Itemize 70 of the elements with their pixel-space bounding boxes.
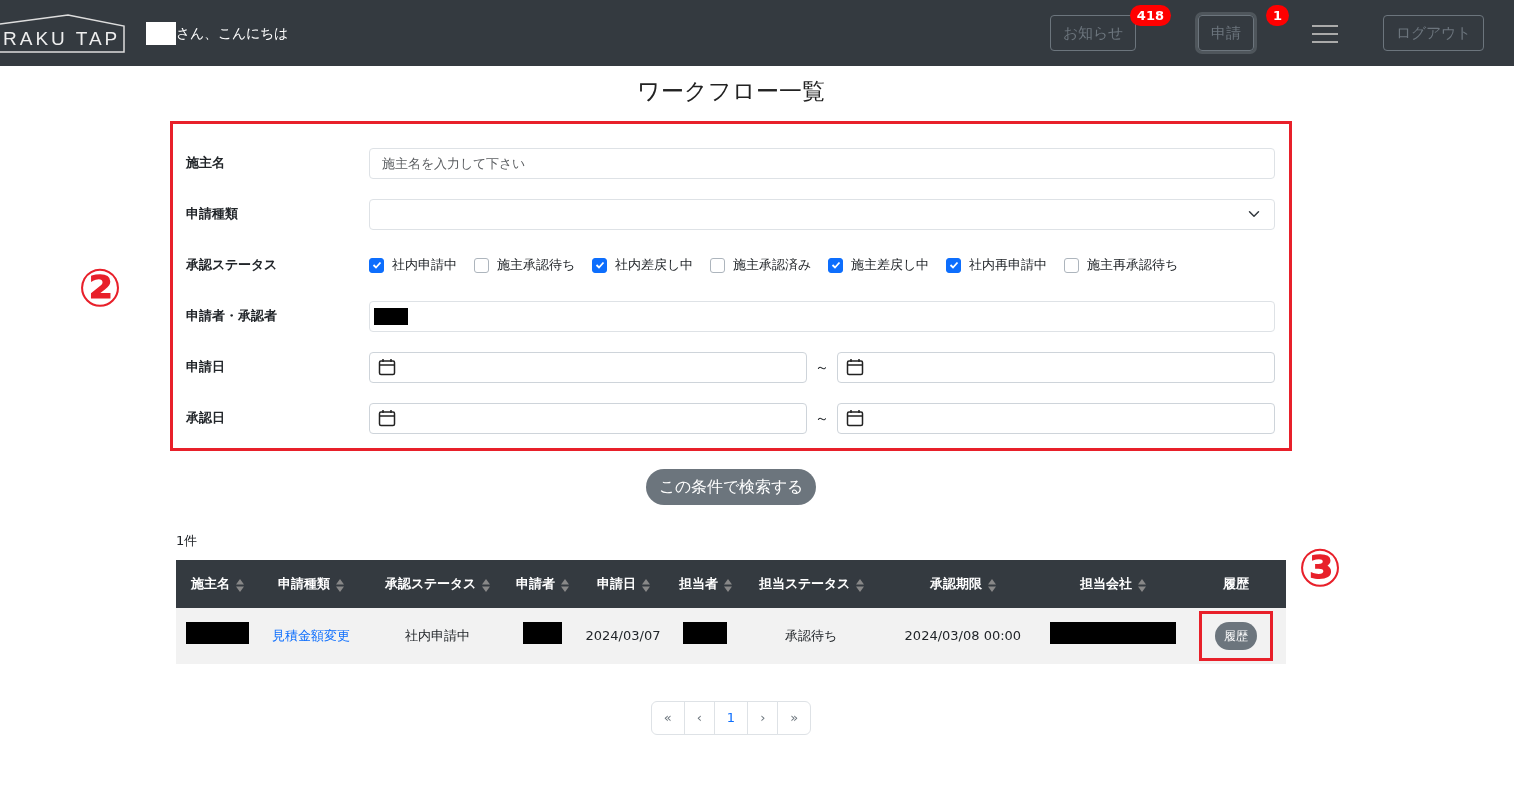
redaction-mark <box>146 21 176 45</box>
column-header: 履歴 <box>1186 560 1286 608</box>
annotation-number: ③ <box>1298 542 1343 594</box>
checkmark-icon <box>948 260 959 270</box>
column-header[interactable]: 承認ステータス <box>363 560 512 608</box>
checkmark-icon <box>830 260 841 270</box>
date-field[interactable] <box>369 402 807 434</box>
result-count: 1件 <box>176 531 199 550</box>
date-field[interactable] <box>369 351 807 383</box>
checkbox-label: 施主承認済み <box>733 256 811 275</box>
checkbox-label: 社内再申請中 <box>969 256 1047 275</box>
field-label: 申請者・承認者 <box>186 307 278 326</box>
range-separator: ～ <box>815 408 829 428</box>
checkbox[interactable] <box>946 257 961 273</box>
page-link[interactable]: › <box>747 701 779 735</box>
checkbox[interactable] <box>474 257 489 273</box>
annotation-number: ② <box>78 262 123 314</box>
range-separator: ～ <box>815 357 829 377</box>
checkbox[interactable] <box>369 257 384 273</box>
logo: RAKU TAP <box>0 13 126 53</box>
checkbox-label: 社内申請中 <box>392 256 457 275</box>
page-link[interactable]: ‹ <box>683 701 715 735</box>
calendar-icon <box>846 409 864 427</box>
date-field[interactable] <box>837 351 1275 383</box>
count-badge: 418 <box>1129 4 1171 26</box>
checkmark-icon <box>371 260 382 270</box>
column-header[interactable]: 担当ステータス <box>737 560 886 608</box>
field-label: 施主名 <box>186 154 226 173</box>
calendar-icon <box>378 409 396 427</box>
greeting-text: さん、こんにちは <box>176 23 288 43</box>
column-header[interactable]: 申請日 <box>572 560 674 608</box>
column-header[interactable]: 担当会社 <box>1040 560 1187 608</box>
table-cell: 2024/03/07 <box>572 608 674 664</box>
checkbox-label: 施主再承認待ち <box>1087 256 1178 275</box>
page-link[interactable]: » <box>777 701 812 735</box>
column-header[interactable]: 施主名 <box>176 560 259 608</box>
column-header[interactable]: 承認期限 <box>885 560 1041 608</box>
field-label: 申請種類 <box>186 205 239 224</box>
redaction-mark <box>522 622 562 645</box>
history-button[interactable]: 履歴 <box>1215 622 1258 650</box>
column-header[interactable]: 申請種類 <box>259 560 364 608</box>
table-cell: 2024/03/08 00:00 <box>885 608 1041 664</box>
checkbox[interactable] <box>1064 257 1079 273</box>
redaction-mark <box>186 622 249 645</box>
checkbox-label: 施主差戻し中 <box>851 256 929 275</box>
checkbox-label: 社内差戻し中 <box>615 256 693 275</box>
calendar-icon <box>846 358 864 376</box>
checkmark-icon <box>594 260 605 270</box>
column-header[interactable]: 申請者 <box>511 560 573 608</box>
page-title: ワークフロー一覧 <box>636 77 826 106</box>
calendar-icon <box>378 358 396 376</box>
checkbox[interactable] <box>592 257 607 273</box>
checkbox-label: 施主承認待ち <box>497 256 575 275</box>
input-field[interactable]: 施主名を入力して下さい <box>369 147 1275 179</box>
field-label: 承認ステータス <box>186 256 278 275</box>
search-button[interactable]: この条件で検索する <box>646 468 816 505</box>
table-cell: 社内申請中 <box>363 608 512 664</box>
field-label: 承認日 <box>186 409 226 428</box>
page-link[interactable]: « <box>650 701 685 735</box>
field-label: 申請日 <box>186 358 226 377</box>
column-header[interactable]: 担当者 <box>673 560 738 608</box>
redaction-mark <box>683 622 728 645</box>
date-field[interactable] <box>837 402 1275 434</box>
table-cell: 承認待ち <box>737 608 886 664</box>
select-field[interactable] <box>369 198 1275 230</box>
checkbox[interactable] <box>710 257 725 273</box>
checkbox[interactable] <box>828 257 843 273</box>
redaction-mark <box>374 307 408 325</box>
input-field[interactable] <box>369 300 1275 332</box>
count-badge: 1 <box>1265 4 1289 26</box>
